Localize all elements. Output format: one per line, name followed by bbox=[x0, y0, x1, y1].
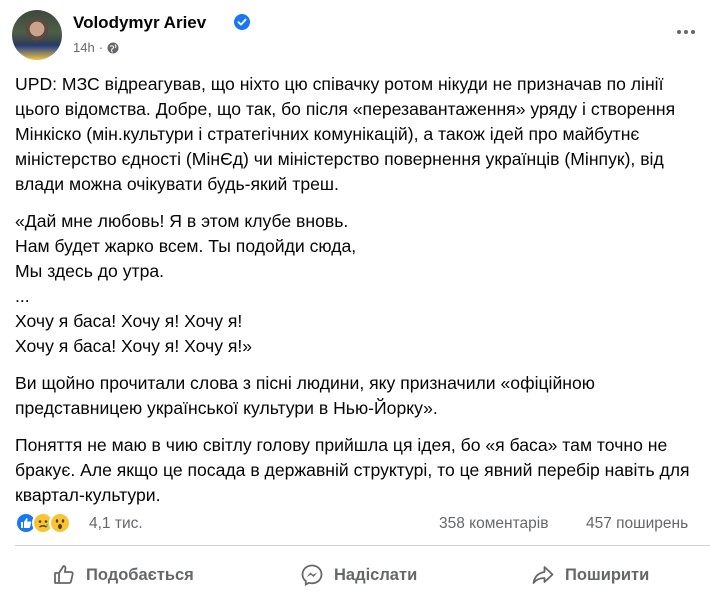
post-paragraph: «Дай мне любовь! Я в этом клубе вновь. Н… bbox=[15, 211, 357, 356]
meta-separator: · bbox=[98, 40, 104, 55]
post-paragraph: UPD: МЗС відреагував, що ніхто цю співач… bbox=[15, 74, 681, 194]
post-body: UPD: МЗС відреагував, що ніхто цю співач… bbox=[15, 72, 705, 520]
send-button[interactable]: Надіслати bbox=[300, 553, 417, 597]
share-button[interactable]: Поширити bbox=[531, 553, 649, 597]
globe-icon bbox=[107, 42, 119, 53]
divider bbox=[15, 545, 710, 546]
more-options-icon[interactable] bbox=[674, 24, 698, 40]
post-paragraph: Ви щойно прочитали слова з пісні людини,… bbox=[15, 373, 600, 418]
post-meta: 14h · bbox=[73, 40, 119, 55]
post-header: Volodymyr Ariev 14h · bbox=[12, 10, 710, 62]
verified-badge-icon bbox=[234, 14, 250, 30]
like-label: Подобається bbox=[86, 565, 194, 584]
reaction-icons[interactable] bbox=[15, 512, 71, 534]
post-time[interactable]: 14h bbox=[73, 40, 95, 55]
shares-count[interactable]: 457 поширень bbox=[586, 515, 688, 533]
author-name[interactable]: Volodymyr Ariev bbox=[73, 13, 206, 33]
comments-count[interactable]: 358 коментарів bbox=[439, 515, 548, 533]
avatar[interactable] bbox=[12, 10, 62, 60]
share-label: Поширити bbox=[565, 565, 650, 584]
send-label: Надіслати bbox=[334, 565, 418, 584]
thumbs-up-icon bbox=[54, 565, 74, 584]
action-bar: Подобається Надіслати Поширити bbox=[0, 553, 710, 597]
wow-reaction-icon bbox=[49, 512, 71, 534]
post-stats: 4,1 тис. 358 коментарів 457 поширень bbox=[15, 509, 710, 537]
post-paragraph: Поняття не маю в чию світлу голову прийш… bbox=[15, 435, 695, 505]
messenger-icon bbox=[301, 564, 323, 586]
reactions-count[interactable]: 4,1 тис. bbox=[89, 515, 143, 533]
like-button[interactable]: Подобається bbox=[52, 553, 194, 597]
share-arrow-icon bbox=[532, 566, 554, 584]
